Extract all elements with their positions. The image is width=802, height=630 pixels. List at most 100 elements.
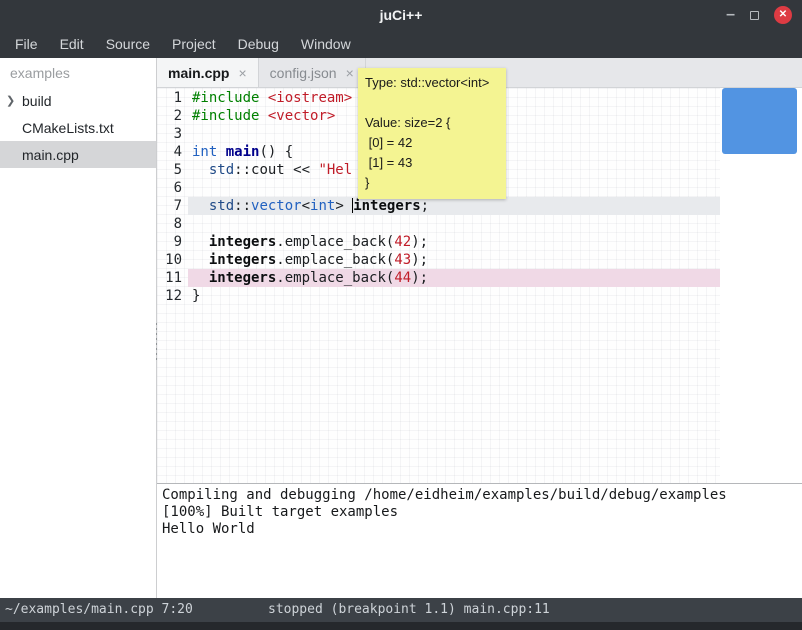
code-token: <: [302, 198, 310, 214]
code-token: );: [411, 234, 428, 250]
menu-item-source[interactable]: Source: [95, 30, 161, 58]
code-token: .: [276, 270, 284, 286]
line-number: 9: [157, 233, 188, 251]
tooltip-value: Value: size=2 { [0] = 42 [1] = 43}: [365, 113, 499, 193]
line-number: 10: [157, 251, 188, 269]
tree-item-build[interactable]: ❯build: [0, 87, 156, 114]
status-debug-state: stopped (breakpoint 1.1) main.cpp:11: [268, 598, 550, 622]
code-token: [192, 252, 209, 268]
tree-item-main-cpp[interactable]: main.cpp: [0, 141, 156, 168]
tab-config-json[interactable]: config.json ×: [259, 58, 366, 87]
code-token: [192, 234, 209, 250]
code-token: <iostream>: [268, 90, 352, 106]
code-token: );: [411, 270, 428, 286]
code-token: integers: [209, 234, 276, 250]
minimize-icon: –: [726, 10, 735, 20]
tooltip-value-line: }: [365, 173, 499, 193]
terminal-output[interactable]: Compiling and debugging /home/eidheim/ex…: [157, 483, 802, 598]
terminal-line: Hello World: [162, 521, 797, 538]
title-bar: juCi++ – ✕: [0, 0, 802, 30]
code-token: ::: [234, 162, 251, 178]
close-button[interactable]: ✕: [774, 6, 792, 24]
debug-value-tooltip: Type: std::vector<int> Value: size=2 { […: [358, 68, 506, 199]
menu-item-edit[interactable]: Edit: [49, 30, 95, 58]
code-token: [192, 270, 209, 286]
tree-item-label: CMakeLists.txt: [22, 120, 114, 136]
menu-item-file[interactable]: File: [4, 30, 49, 58]
code-token: [259, 90, 267, 106]
code-token: int: [310, 198, 335, 214]
minimize-button[interactable]: –: [726, 10, 735, 20]
line-number: 2: [157, 107, 188, 125]
code-line-9[interactable]: integers.emplace_back(42);: [188, 233, 720, 251]
tab-label: main.cpp: [168, 65, 229, 81]
code-line-12[interactable]: }: [188, 287, 720, 305]
code-token: vector: [251, 198, 302, 214]
status-cursor-location: ~/examples/main.cpp 7:20: [5, 598, 193, 622]
line-number: 12: [157, 287, 188, 305]
chevron-right-icon[interactable]: ❯: [6, 94, 22, 107]
status-bar: ~/examples/main.cpp 7:20 stopped (breakp…: [0, 598, 802, 622]
code-token: 42: [394, 234, 411, 250]
code-token: .: [276, 252, 284, 268]
line-number-gutter[interactable]: 123456789101112: [157, 88, 188, 483]
line-number: 7: [157, 197, 188, 215]
code-line-8[interactable]: [188, 215, 720, 233]
code-token: main: [226, 144, 260, 160]
minimap[interactable]: [720, 88, 802, 483]
tree-item-cmakelists-txt[interactable]: CMakeLists.txt: [0, 114, 156, 141]
tooltip-value-line: Value: size=2 {: [365, 113, 499, 133]
code-token: ;: [421, 198, 429, 214]
close-icon: ✕: [779, 10, 787, 20]
line-number: 11: [157, 269, 188, 287]
code-token: 43: [394, 252, 411, 268]
code-token: int: [192, 144, 217, 160]
code-token: [217, 144, 225, 160]
tooltip-value-line: [1] = 43: [365, 153, 499, 173]
menu-bar: FileEditSourceProjectDebugWindow: [0, 30, 802, 58]
menu-item-window[interactable]: Window: [290, 30, 362, 58]
window-title: juCi++: [380, 7, 423, 23]
line-number: 8: [157, 215, 188, 233]
tab-label: config.json: [270, 65, 337, 81]
minimap-viewport-thumb[interactable]: [722, 88, 797, 154]
app-window: juCi++ – ✕ FileEditSourceProjectDebugWin…: [0, 0, 802, 630]
close-tab-icon[interactable]: ×: [238, 65, 246, 81]
code-line-11[interactable]: integers.emplace_back(44);: [188, 269, 720, 287]
code-token: #include: [192, 108, 259, 124]
code-token: #include: [192, 90, 259, 106]
code-token: ::: [234, 198, 251, 214]
menu-item-project[interactable]: Project: [161, 30, 227, 58]
code-token: 44: [394, 270, 411, 286]
code-token: emplace_back: [285, 252, 386, 268]
editor-column: main.cpp×config.json× 123456789101112 #i…: [157, 58, 802, 598]
code-line-7[interactable]: std::vector<int> integers;: [188, 197, 720, 215]
line-number: 3: [157, 125, 188, 143]
window-edge: [0, 622, 802, 630]
close-tab-icon[interactable]: ×: [346, 65, 354, 81]
menu-item-debug[interactable]: Debug: [227, 30, 290, 58]
code-line-10[interactable]: integers.emplace_back(43);: [188, 251, 720, 269]
tooltip-value-line: [0] = 42: [365, 133, 499, 153]
tree-item-label: build: [22, 93, 52, 109]
tab-main-cpp[interactable]: main.cpp ×: [157, 58, 259, 87]
code-token: integers: [209, 270, 276, 286]
code-token: std: [209, 162, 234, 178]
restore-button[interactable]: [750, 11, 759, 20]
code-token: std: [209, 198, 234, 214]
code-token: }: [192, 288, 200, 304]
tooltip-type-line: Type: std::vector<int>: [365, 73, 499, 93]
sidebar-header: examples: [0, 58, 156, 87]
code-token: emplace_back: [285, 270, 386, 286]
code-token: [192, 198, 209, 214]
main-content: examples ❯build CMakeLists.txt main.cpp ma…: [0, 58, 802, 598]
code-token: () {: [259, 144, 293, 160]
line-number: 5: [157, 161, 188, 179]
code-token: <vector>: [268, 108, 335, 124]
line-number: 4: [157, 143, 188, 161]
terminal-line: Compiling and debugging /home/eidheim/ex…: [162, 487, 797, 504]
code-token: >: [335, 198, 352, 214]
code-token: integers: [209, 252, 276, 268]
code-token: .: [276, 234, 284, 250]
code-token: <<: [285, 162, 319, 178]
